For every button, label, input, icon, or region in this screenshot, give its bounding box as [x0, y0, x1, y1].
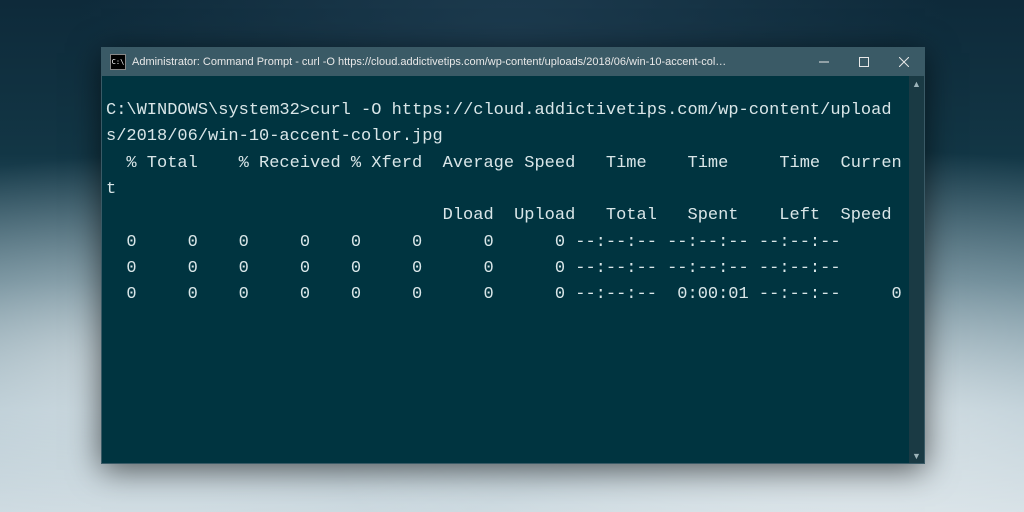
titlebar[interactable]: C:\ Administrator: Command Prompt - curl…	[102, 48, 924, 76]
maximize-icon	[859, 57, 869, 67]
minimize-button[interactable]	[804, 48, 844, 76]
close-button[interactable]	[884, 48, 924, 76]
curl-row: 0 0 0 0 0 0 0 0 --:--:-- --:--:-- --:--:…	[106, 259, 841, 278]
curl-row: 0 0 0 0 0 0 0 0 --:--:-- 0:00:01 --:--:-…	[106, 285, 902, 304]
cmd-icon: C:\	[110, 54, 126, 70]
desktop-wallpaper: C:\ Administrator: Command Prompt - curl…	[0, 0, 1024, 512]
cmd-icon-text: C:\	[112, 58, 125, 66]
curl-row: 0 0 0 0 0 0 0 0 --:--:-- --:--:-- --:--:…	[106, 233, 841, 252]
terminal-output[interactable]: C:\WINDOWS\system32>curl -O https://clou…	[102, 76, 909, 463]
terminal-area: C:\WINDOWS\system32>curl -O https://clou…	[102, 76, 924, 463]
command-prompt-window: C:\ Administrator: Command Prompt - curl…	[101, 47, 925, 464]
minimize-icon	[819, 57, 829, 67]
prompt-text: C:\WINDOWS\system32>	[106, 101, 310, 120]
curl-header-2: Dload Upload Total Spent Left Speed	[106, 206, 892, 225]
vertical-scrollbar[interactable]: ▲ ▼	[909, 76, 924, 463]
curl-header-1: % Total % Received % Xferd Average Speed…	[106, 154, 902, 199]
maximize-button[interactable]	[844, 48, 884, 76]
scroll-up-arrow-icon[interactable]: ▲	[909, 76, 924, 91]
scroll-down-arrow-icon[interactable]: ▼	[909, 448, 924, 463]
window-title: Administrator: Command Prompt - curl -O …	[132, 56, 732, 68]
close-icon	[899, 57, 909, 67]
